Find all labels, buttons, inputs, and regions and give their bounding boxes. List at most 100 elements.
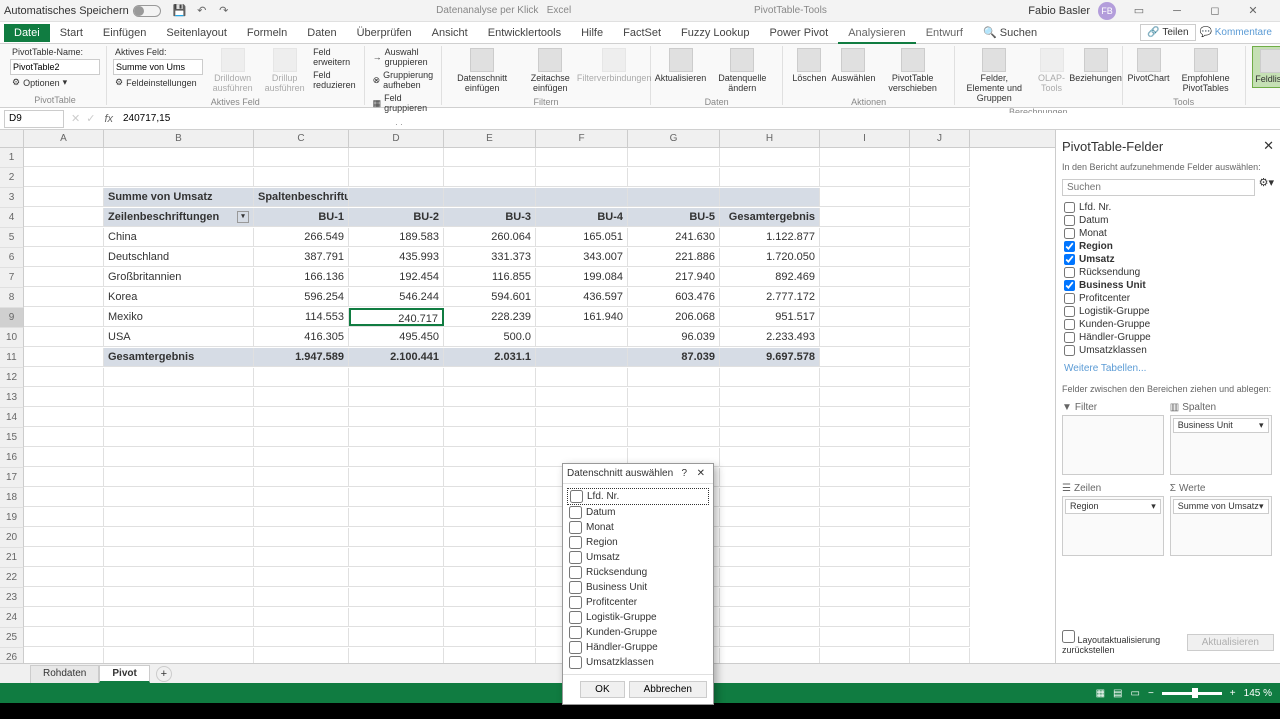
cell[interactable] (628, 408, 720, 426)
cell[interactable] (720, 368, 820, 386)
slicer-field-item[interactable]: Profitcenter (567, 595, 709, 610)
cell[interactable] (349, 608, 444, 626)
cell[interactable] (104, 468, 254, 486)
cell[interactable] (104, 608, 254, 626)
cell[interactable] (536, 168, 628, 186)
pane-close-icon[interactable]: ✕ (1263, 138, 1274, 154)
cell[interactable]: 96.039 (628, 328, 720, 346)
tab-ansicht[interactable]: Ansicht (422, 24, 478, 42)
cell[interactable] (104, 508, 254, 526)
col-header-H[interactable]: H (720, 130, 820, 147)
cell[interactable] (910, 628, 970, 646)
slicer-field-item[interactable]: Lfd. Nr. (567, 488, 709, 505)
cell[interactable]: 166.136 (254, 268, 349, 286)
cell[interactable] (820, 228, 910, 246)
cell[interactable]: 2.031.1 (444, 348, 536, 366)
cell[interactable] (104, 488, 254, 506)
insert-timeline-button[interactable]: Zeitachse einfügen (520, 46, 580, 96)
cell[interactable] (104, 368, 254, 386)
field-item[interactable]: Datum (1062, 214, 1274, 227)
col-header-C[interactable]: C (254, 130, 349, 147)
fieldlist-button[interactable]: Feldliste (1252, 46, 1280, 88)
cell[interactable] (24, 488, 104, 506)
cell[interactable] (349, 388, 444, 406)
cell[interactable] (820, 588, 910, 606)
cell[interactable] (720, 148, 820, 166)
cell[interactable] (24, 228, 104, 246)
cancel-button[interactable]: Abbrechen (629, 681, 707, 698)
cell[interactable] (628, 368, 720, 386)
accept-formula-icon[interactable]: ✓ (83, 112, 98, 125)
cell[interactable]: 266.549 (254, 228, 349, 246)
col-header-A[interactable]: A (24, 130, 104, 147)
close-icon[interactable]: ✕ (1238, 1, 1268, 21)
cell[interactable] (24, 348, 104, 366)
cell[interactable] (24, 428, 104, 446)
cell[interactable] (349, 408, 444, 426)
cell[interactable]: 343.007 (536, 248, 628, 266)
cancel-formula-icon[interactable]: ✕ (68, 112, 83, 125)
cell[interactable]: 603.476 (628, 288, 720, 306)
cell[interactable] (820, 568, 910, 586)
cell[interactable] (349, 628, 444, 646)
cell[interactable]: 192.454 (349, 268, 444, 286)
fields-items-button[interactable]: Felder, Elemente und Gruppen (961, 46, 1028, 106)
cell[interactable] (254, 568, 349, 586)
cell[interactable] (24, 168, 104, 186)
cell[interactable] (254, 608, 349, 626)
row-header[interactable]: 2 (0, 168, 24, 188)
ribbon-display-icon[interactable]: ▭ (1124, 1, 1154, 21)
cell[interactable] (24, 188, 104, 206)
cell[interactable] (254, 408, 349, 426)
cell[interactable] (720, 428, 820, 446)
row-header[interactable]: 4 (0, 208, 24, 228)
cell[interactable] (820, 448, 910, 466)
cell[interactable] (444, 528, 536, 546)
cell[interactable] (444, 588, 536, 606)
cell[interactable]: 114.553 (254, 308, 349, 326)
cell[interactable] (24, 508, 104, 526)
cell[interactable] (720, 168, 820, 186)
cell[interactable] (349, 488, 444, 506)
cell[interactable] (104, 588, 254, 606)
datasource-button[interactable]: Datenquelle ändern (708, 46, 776, 96)
cell[interactable] (104, 568, 254, 586)
tab-einfügen[interactable]: Einfügen (93, 24, 156, 42)
cell[interactable] (720, 628, 820, 646)
cell[interactable] (536, 408, 628, 426)
cell[interactable] (910, 568, 970, 586)
cell[interactable] (24, 628, 104, 646)
cell[interactable]: 9.697.578 (720, 348, 820, 366)
row-header[interactable]: 22 (0, 568, 24, 588)
cell[interactable] (720, 508, 820, 526)
col-header-E[interactable]: E (444, 130, 536, 147)
cell[interactable] (820, 348, 910, 366)
clear-button[interactable]: Löschen (789, 46, 829, 86)
field-search-input[interactable] (1062, 179, 1255, 196)
cell[interactable] (910, 168, 970, 186)
cell[interactable]: 221.886 (628, 248, 720, 266)
cell[interactable]: 331.373 (444, 248, 536, 266)
cell[interactable]: 165.051 (536, 228, 628, 246)
rows-item[interactable]: Region▾ (1065, 499, 1161, 514)
columns-item[interactable]: Business Unit▾ (1173, 418, 1269, 433)
cell[interactable] (24, 388, 104, 406)
cell[interactable] (349, 548, 444, 566)
defer-checkbox[interactable]: Layoutaktualisierung zurückstellen (1062, 630, 1187, 655)
slicer-field-item[interactable]: Rücksendung (567, 565, 709, 580)
gear-icon[interactable]: ⚙▾ (1259, 176, 1274, 199)
tab-file[interactable]: Datei (4, 24, 50, 42)
ok-button[interactable]: OK (580, 681, 624, 698)
cell[interactable] (910, 508, 970, 526)
cell[interactable]: 1.720.050 (720, 248, 820, 266)
cell[interactable]: 1.947.589 (254, 348, 349, 366)
row-header[interactable]: 23 (0, 588, 24, 608)
row-header[interactable]: 11 (0, 348, 24, 368)
select-button[interactable]: Auswählen (833, 46, 873, 86)
cell[interactable] (910, 308, 970, 326)
row-header[interactable]: 10 (0, 328, 24, 348)
cell[interactable] (24, 548, 104, 566)
sheet-tab[interactable]: Pivot (99, 665, 149, 683)
row-header[interactable]: 15 (0, 428, 24, 448)
cell[interactable]: 2.777.172 (720, 288, 820, 306)
